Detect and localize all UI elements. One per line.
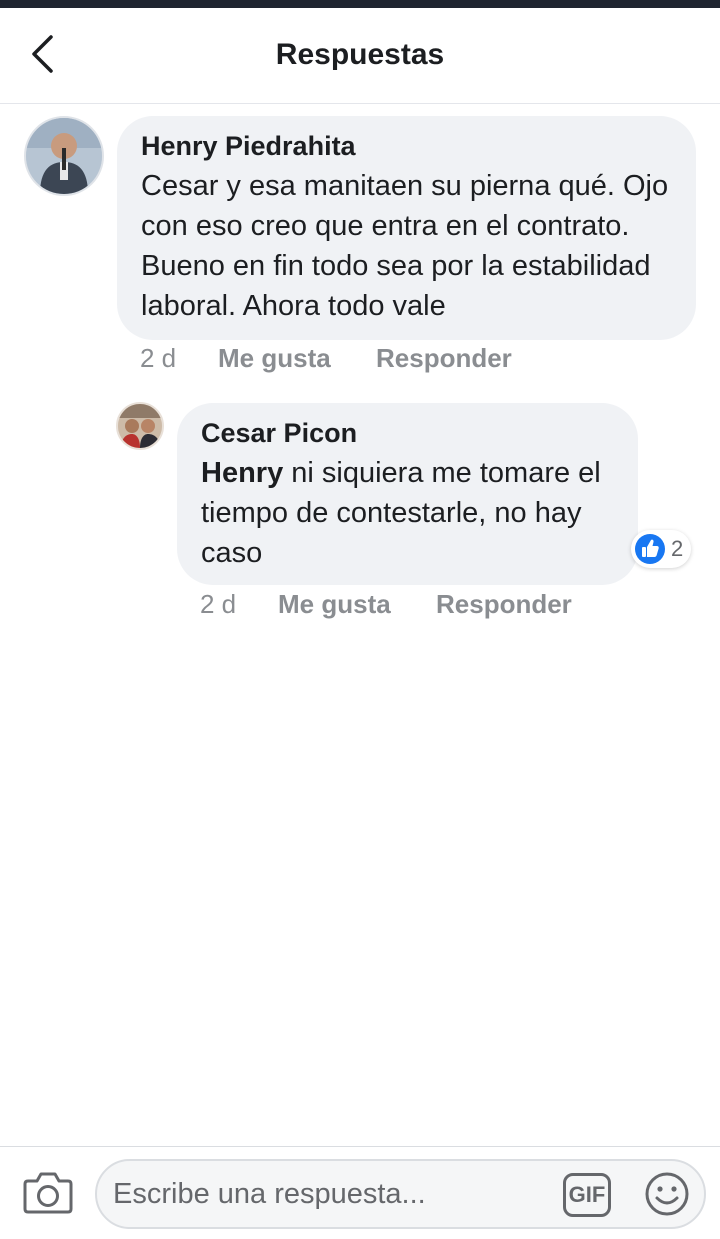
avatar-cesar[interactable]	[116, 402, 164, 450]
reply-timestamp: 2 d	[200, 589, 237, 619]
reply-input-container: GIF	[95, 1159, 706, 1229]
like-button[interactable]: Me gusta	[218, 343, 376, 374]
comment-author[interactable]: Henry Piedrahita	[141, 130, 672, 162]
reply-author[interactable]: Cesar Picon	[201, 417, 614, 449]
reaction-summary[interactable]: 2	[631, 530, 692, 568]
reply-actions: 2 d Me gusta Responder	[200, 589, 572, 620]
header: Respuestas	[0, 8, 720, 104]
reply-composer: GIF	[0, 1146, 720, 1239]
smiley-icon	[645, 1172, 689, 1216]
page-title: Respuestas	[275, 38, 445, 71]
reply-text: Henry ni siquiera me tomare el tiempo de…	[201, 453, 621, 573]
avatar-henry[interactable]	[24, 116, 104, 196]
reply-input[interactable]	[113, 1171, 553, 1217]
reply-button[interactable]: Responder	[376, 343, 512, 374]
gif-button[interactable]: GIF	[563, 1173, 611, 1217]
thumbs-up-icon	[635, 534, 665, 564]
comment-bubble: Henry Piedrahita Cesar y esa manitaen su…	[117, 116, 696, 340]
comment-actions: 2 d Me gusta Responder	[140, 343, 512, 374]
like-button[interactable]: Me gusta	[278, 589, 436, 620]
mention-tag[interactable]: Henry	[201, 457, 283, 489]
comment-text: Cesar y esa manitaen su pierna qué. Ojo …	[141, 170, 669, 322]
reply-button[interactable]: Responder	[436, 589, 572, 620]
reaction-count: 2	[671, 536, 684, 561]
reply-bubble: Cesar Picon Henry ni siquiera me tomare …	[177, 403, 638, 585]
emoji-button[interactable]	[643, 1170, 691, 1218]
status-bar-strip	[0, 0, 720, 8]
camera-icon	[23, 1172, 73, 1214]
comment-timestamp: 2 d	[140, 343, 177, 373]
camera-button[interactable]	[22, 1169, 74, 1215]
